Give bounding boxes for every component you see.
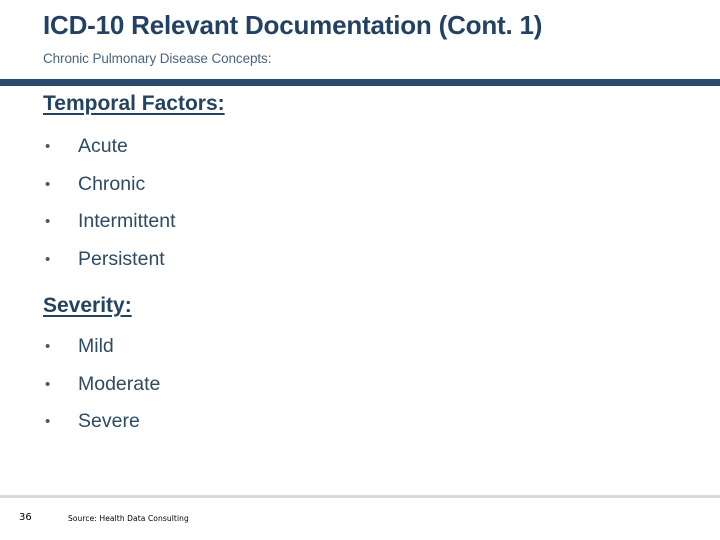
footer-divider	[0, 495, 720, 498]
bullet-list-severity: • Mild • Moderate • Severe	[0, 328, 160, 441]
bullet-icon: •	[45, 138, 51, 155]
list-item: • Severe	[0, 403, 160, 441]
list-item: • Chronic	[0, 166, 176, 204]
list-item: • Mild	[0, 328, 160, 366]
section-heading-temporal-factors: Temporal Factors:	[43, 92, 225, 115]
list-item-label: Moderate	[78, 372, 161, 395]
page-subtitle: Chronic Pulmonary Disease Concepts:	[43, 51, 272, 66]
bullet-icon: •	[45, 250, 51, 268]
list-item-label: Acute	[78, 135, 128, 157]
list-item-label: Intermittent	[78, 210, 176, 232]
list-item: • Moderate	[0, 366, 160, 404]
bullet-list-temporal-factors: • Acute • Chronic • Intermittent • Persi…	[0, 128, 176, 278]
list-item: • Acute	[0, 128, 176, 166]
list-item: • Persistent	[0, 241, 176, 279]
bullet-icon: •	[45, 413, 51, 430]
section-heading-severity: Severity:	[43, 294, 132, 317]
list-item-label: Chronic	[78, 172, 146, 195]
list-item-label: Severe	[78, 410, 140, 432]
bullet-icon: •	[45, 375, 51, 393]
list-item: • Intermittent	[0, 203, 176, 241]
bullet-icon: •	[45, 175, 51, 193]
list-item-label: Persistent	[78, 247, 165, 270]
list-item-label: Mild	[78, 335, 114, 357]
footer-source-attribution: Source: Health Data Consulting	[68, 514, 189, 523]
footer-page-number: 36	[19, 512, 32, 523]
bullet-icon: •	[45, 338, 51, 355]
header-accent-rule	[0, 79, 720, 86]
bullet-icon: •	[45, 213, 51, 230]
page-title: ICD-10 Relevant Documentation (Cont. 1)	[43, 10, 543, 40]
slide: ICD-10 Relevant Documentation (Cont. 1) …	[0, 0, 720, 540]
